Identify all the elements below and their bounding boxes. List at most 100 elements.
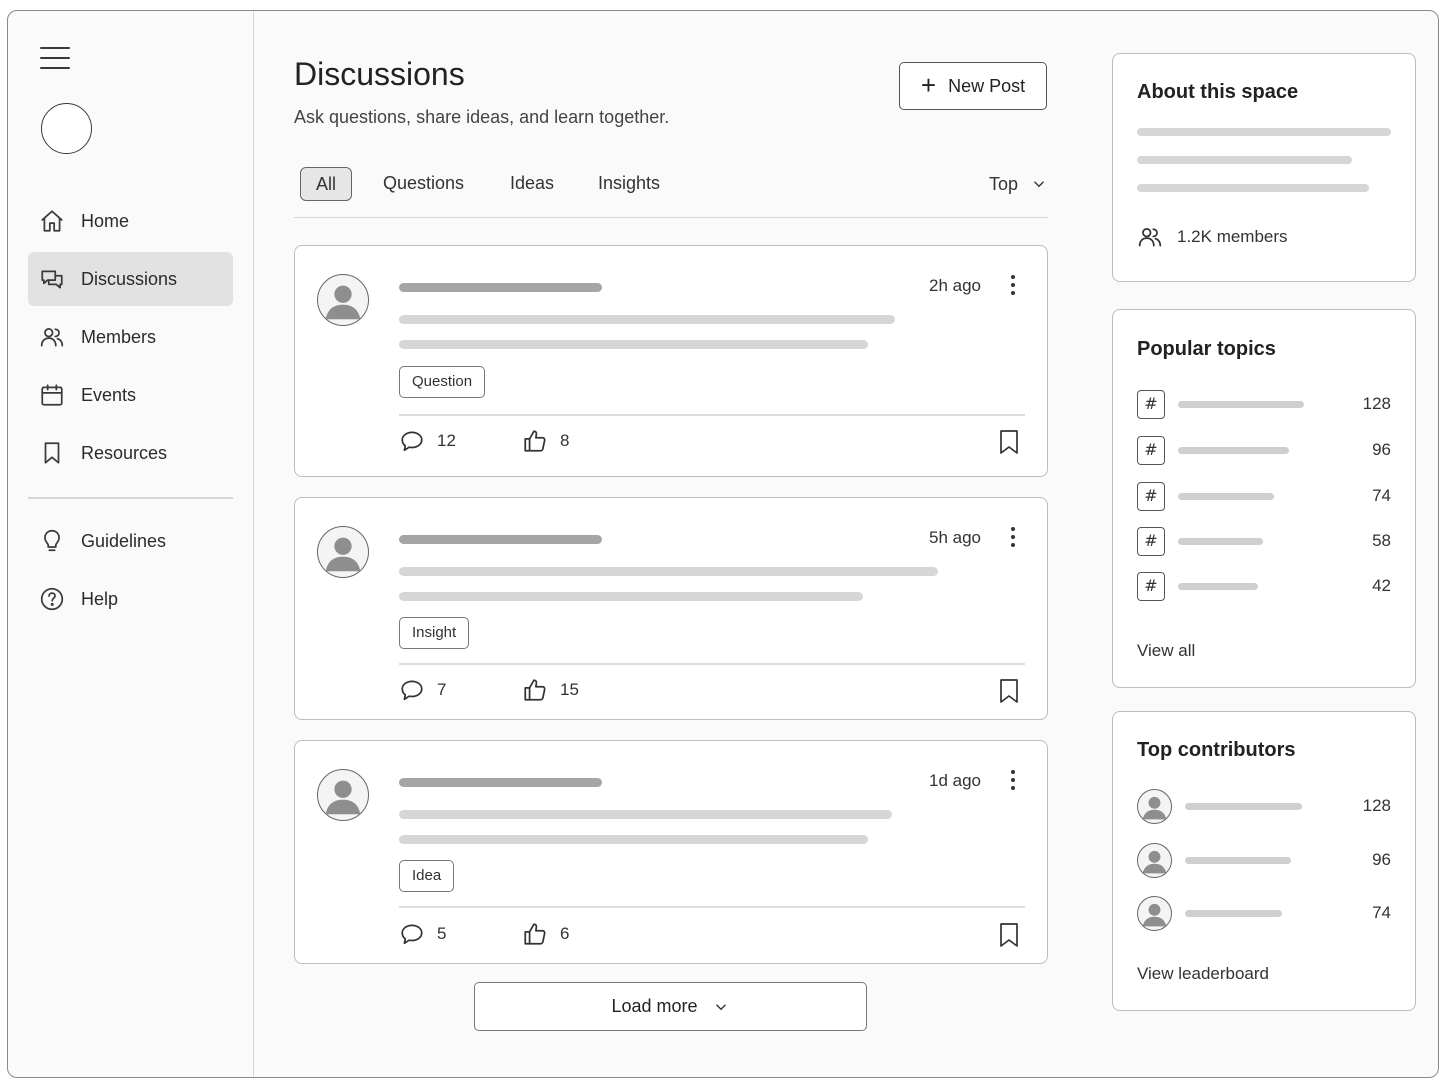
avatar: [1137, 895, 1172, 931]
post-tag[interactable]: Insight: [399, 617, 470, 649]
like-button[interactable]: 15: [522, 677, 579, 703]
contributor-row[interactable]: 128: [1137, 788, 1391, 824]
avatar[interactable]: [317, 769, 369, 821]
sidebar-item-members[interactable]: Members: [28, 310, 233, 364]
topic-count: 74: [1372, 486, 1391, 505]
tab-insights[interactable]: Insights: [598, 167, 660, 201]
sidebar-item-label: Resources: [81, 442, 168, 463]
sidebar-item-label: Home: [81, 210, 130, 231]
sidebar-item-home[interactable]: Home: [28, 194, 233, 248]
tab-all[interactable]: All: [300, 167, 353, 201]
post-text-placeholder: [399, 835, 868, 844]
primary-nav: Home Discussions Members Events Resource…: [28, 194, 233, 484]
member-count-label: 1.2K members: [1177, 227, 1288, 246]
view-all-link[interactable]: View all: [1137, 641, 1195, 661]
post-card[interactable]: 5h ago Insight 7 15: [294, 497, 1048, 720]
topic-row[interactable]: # 42: [1137, 571, 1391, 601]
popular-topics-card: Popular topics # 128 # 96 # 74 # 58 # 42…: [1112, 309, 1416, 688]
like-count: 15: [560, 680, 579, 699]
sidebar-item-label: Guidelines: [81, 530, 167, 551]
post-tag[interactable]: Idea: [399, 860, 455, 892]
bookmark-button[interactable]: [997, 922, 1021, 948]
contributor-name-placeholder: [1185, 909, 1282, 917]
app-window: Home Discussions Members Events Resource…: [7, 10, 1439, 1078]
more-options-icon[interactable]: [1007, 768, 1019, 792]
like-count: 8: [560, 431, 570, 450]
plus-icon: +: [920, 69, 937, 100]
bookmark-button[interactable]: [997, 678, 1021, 704]
post-text-placeholder: [399, 567, 938, 576]
bookmark-icon: [1000, 430, 1018, 454]
topic-row[interactable]: # 74: [1137, 481, 1391, 511]
avatar[interactable]: [317, 526, 369, 578]
about-text-placeholder: [1137, 184, 1369, 192]
sidebar-item-guidelines[interactable]: Guidelines: [28, 514, 233, 568]
bookmark-button[interactable]: [997, 429, 1021, 455]
post-timestamp: 5h ago: [929, 528, 981, 547]
about-card: About this space 1.2K members: [1112, 53, 1416, 282]
hashtag-icon: #: [1137, 571, 1165, 601]
page-title: Discussions: [294, 56, 465, 92]
users-icon: [39, 324, 65, 350]
load-more-button[interactable]: Load more: [474, 982, 867, 1031]
comment-count: 7: [437, 680, 447, 699]
thumbs-up-icon: [524, 430, 546, 452]
topic-row[interactable]: # 58: [1137, 526, 1391, 556]
new-post-label: New Post: [948, 75, 1026, 96]
sort-dropdown[interactable]: Top: [989, 167, 1048, 201]
more-options-icon[interactable]: [1007, 273, 1019, 297]
workspace-logo[interactable]: [41, 103, 92, 154]
post-text-placeholder: [399, 592, 863, 601]
sidebar-item-help[interactable]: Help: [28, 572, 233, 626]
about-text-placeholder: [1137, 128, 1391, 136]
tab-questions[interactable]: Questions: [383, 167, 464, 201]
top-contributors-title: Top contributors: [1137, 739, 1296, 761]
comments-button[interactable]: 7: [399, 677, 446, 703]
topic-row[interactable]: # 128: [1137, 389, 1391, 419]
about-title: About this space: [1137, 81, 1299, 103]
comments-button[interactable]: 12: [399, 428, 456, 454]
topic-row[interactable]: # 96: [1137, 435, 1391, 465]
bookmark-icon: [1000, 923, 1018, 947]
new-post-button[interactable]: + New Post: [899, 62, 1047, 110]
help-circle-icon: [39, 586, 65, 612]
hashtag-icon: #: [1137, 526, 1165, 556]
sidebar: Home Discussions Members Events Resource…: [8, 11, 254, 1077]
post-card[interactable]: 2h ago Question 12 8: [294, 245, 1048, 477]
sidebar-item-discussions[interactable]: Discussions: [28, 252, 233, 306]
comment-icon: [401, 431, 423, 452]
chevron-down-icon: [715, 1003, 726, 1010]
comment-icon: [401, 924, 423, 945]
post-card[interactable]: 1d ago Idea 5 6: [294, 740, 1048, 964]
comments-button[interactable]: 5: [399, 921, 446, 947]
like-button[interactable]: 6: [522, 921, 569, 947]
post-divider: [399, 663, 1025, 665]
contributor-row[interactable]: 96: [1137, 842, 1391, 878]
topic-name-placeholder: [1178, 537, 1263, 545]
comment-count: 5: [437, 924, 447, 943]
topic-name-placeholder: [1178, 400, 1304, 408]
post-timestamp: 1d ago: [929, 771, 981, 790]
topic-count: 42: [1372, 576, 1391, 595]
post-title-placeholder: [399, 283, 602, 292]
avatar[interactable]: [317, 274, 369, 326]
contributor-row[interactable]: 74: [1137, 895, 1391, 931]
more-options-icon[interactable]: [1007, 525, 1019, 549]
like-button[interactable]: 8: [522, 428, 569, 454]
contributor-count: 74: [1372, 903, 1391, 922]
hashtag-icon: #: [1137, 389, 1165, 419]
bookmark-icon: [39, 440, 65, 466]
hamburger-menu-icon[interactable]: [40, 47, 70, 69]
topic-count: 128: [1362, 394, 1391, 413]
tab-ideas[interactable]: Ideas: [510, 167, 554, 201]
home-icon: [39, 208, 65, 234]
like-count: 6: [560, 924, 570, 943]
hashtag-icon: #: [1137, 481, 1165, 511]
post-divider: [399, 414, 1025, 416]
view-leaderboard-link[interactable]: View leaderboard: [1137, 964, 1269, 984]
post-divider: [399, 906, 1025, 908]
hashtag-icon: #: [1137, 435, 1165, 465]
sidebar-item-resources[interactable]: Resources: [28, 426, 233, 480]
post-tag[interactable]: Question: [399, 366, 486, 398]
sidebar-item-events[interactable]: Events: [28, 368, 233, 422]
